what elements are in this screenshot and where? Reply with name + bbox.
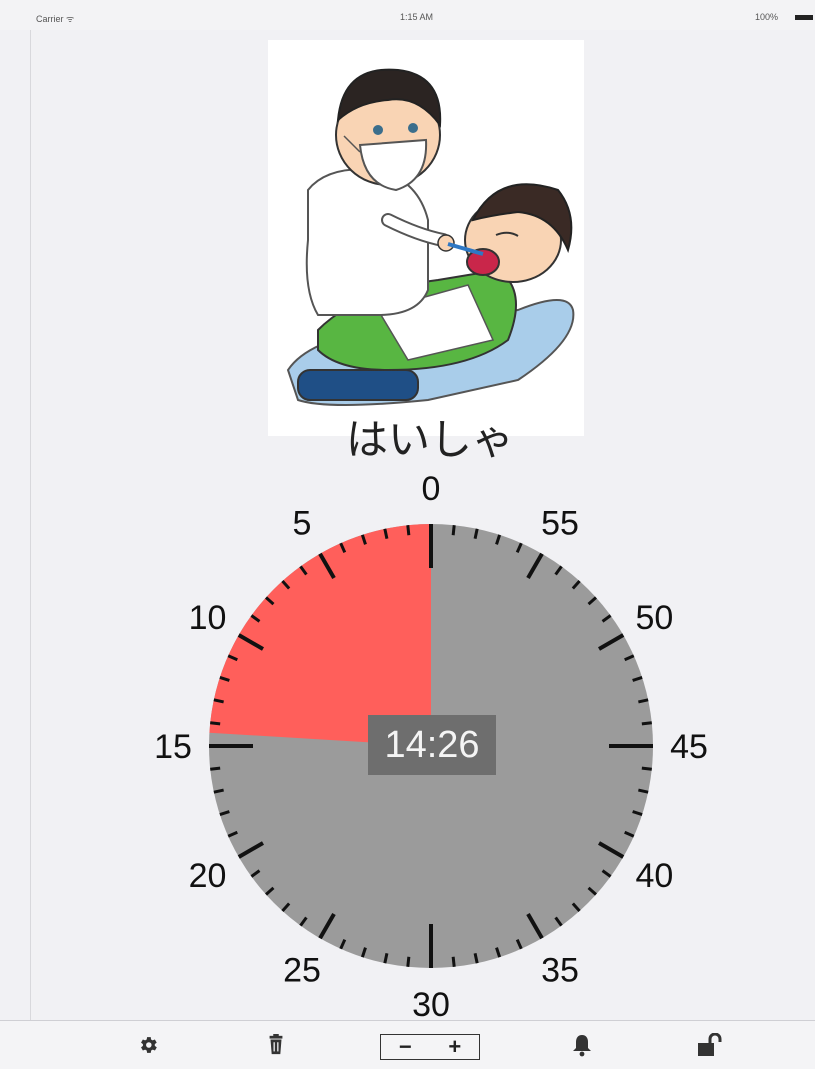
dial-tick — [451, 956, 456, 967]
dial-label: 50 — [636, 599, 674, 637]
dial-label: 15 — [154, 728, 192, 766]
increase-time-button[interactable]: + — [431, 1035, 480, 1059]
dial-label: 25 — [283, 951, 321, 989]
time-stepper: − + — [380, 1034, 480, 1060]
bottom-toolbar: − + — [0, 1020, 815, 1069]
dial-label: 35 — [541, 951, 579, 989]
dial-tick — [451, 525, 456, 536]
unlock-icon — [698, 1033, 722, 1056]
bell-icon — [573, 1035, 591, 1057]
alarm-button[interactable] — [562, 1021, 602, 1069]
trash-button[interactable] — [256, 1021, 296, 1069]
dial-tick — [383, 528, 389, 539]
dial-tick — [638, 698, 649, 704]
decrease-time-button[interactable]: − — [381, 1035, 430, 1059]
dial-label: 55 — [541, 505, 579, 543]
dial-label: 20 — [189, 857, 227, 895]
dial-tick — [641, 766, 652, 771]
dial-tick — [406, 525, 411, 536]
dial-label: 40 — [636, 857, 674, 895]
gear-icon — [141, 1037, 157, 1053]
dial-label: 30 — [412, 986, 450, 1024]
time-remaining-readout: 14:26 — [368, 715, 496, 775]
dial-label: 10 — [189, 599, 227, 637]
dial-tick — [641, 721, 652, 726]
dial-tick — [473, 528, 479, 539]
dial-tick — [213, 788, 224, 794]
dial-tick — [638, 788, 649, 794]
settings-button[interactable] — [128, 1021, 168, 1069]
dial-label: 45 — [670, 728, 708, 766]
timer-dial[interactable]: 0 5 10 15 20 25 30 35 40 45 50 55 — [0, 0, 815, 1068]
dial-label: 0 — [422, 470, 441, 508]
trash-icon — [269, 1034, 283, 1055]
dial-tick — [406, 956, 411, 967]
dial-tick — [210, 766, 221, 771]
dial-tick — [383, 953, 389, 964]
dial-label: 5 — [293, 505, 312, 543]
dial-tick — [213, 698, 224, 704]
dial-tick — [210, 721, 221, 726]
lock-button[interactable] — [688, 1021, 732, 1069]
dial-tick — [473, 953, 479, 964]
